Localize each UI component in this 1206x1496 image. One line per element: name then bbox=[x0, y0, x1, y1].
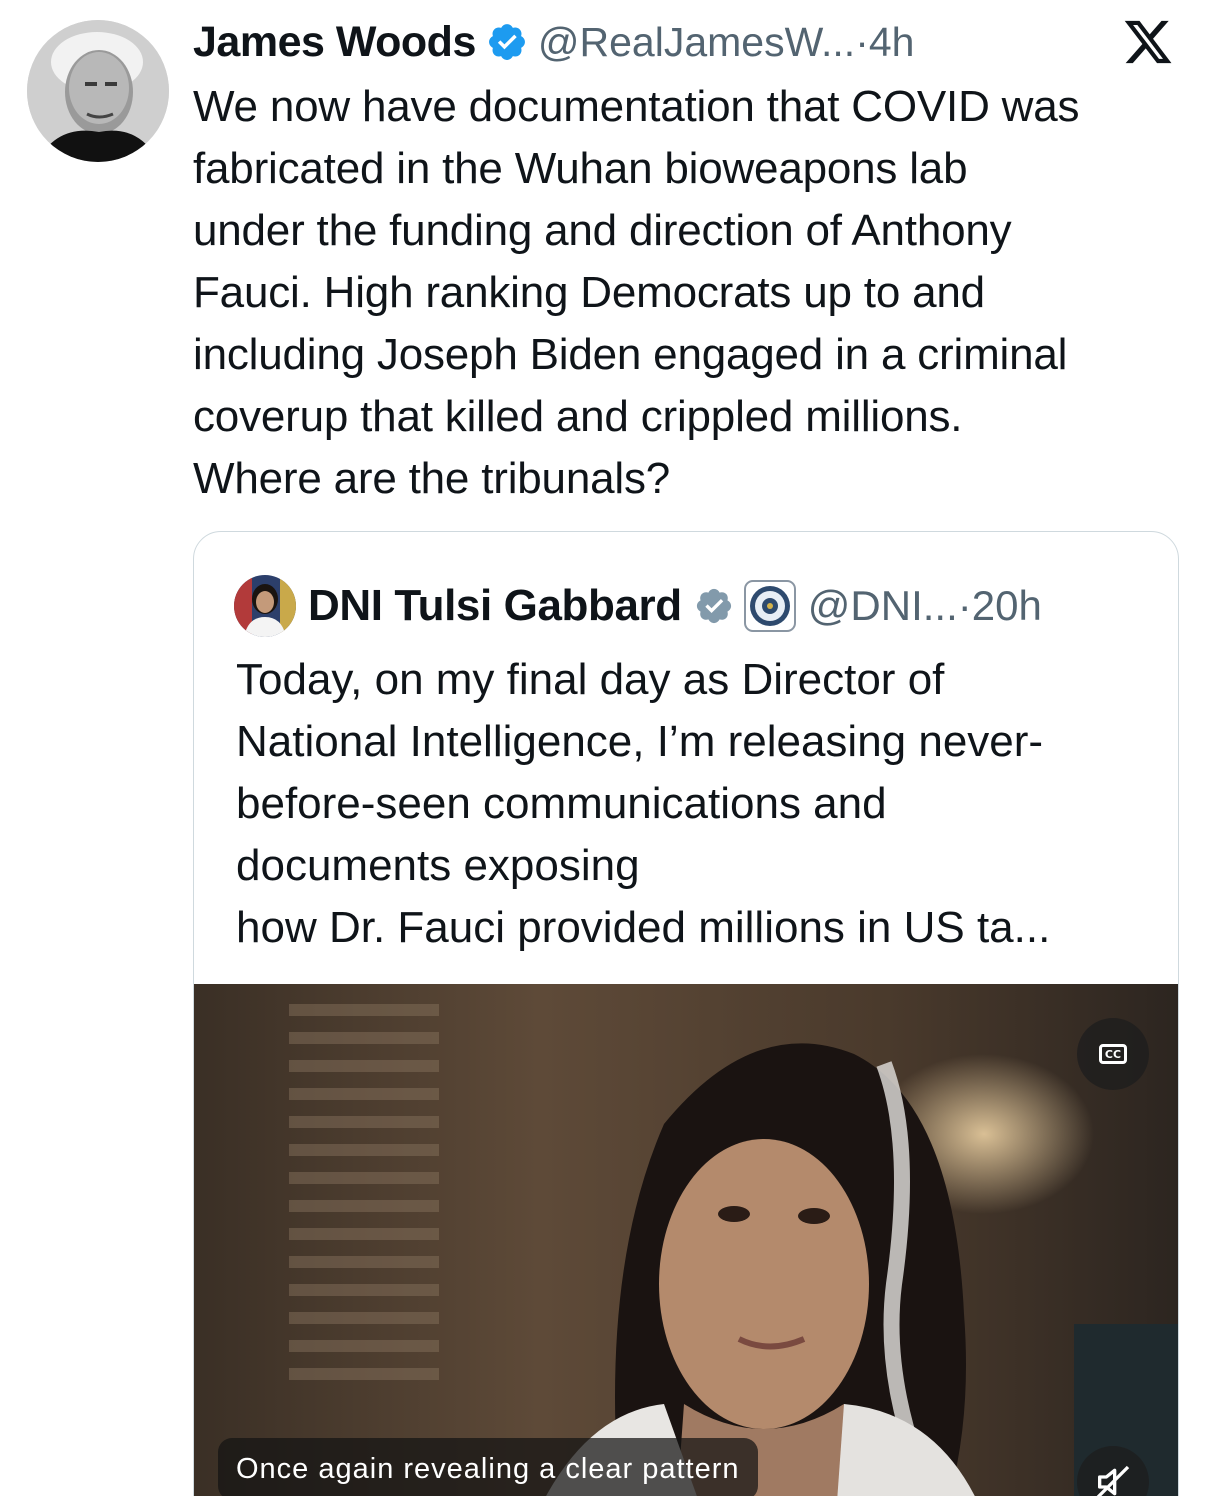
quoted-text-line: Today, on my final day as Director of bbox=[236, 655, 945, 704]
quoted-tweet-time[interactable]: 20h bbox=[972, 582, 1042, 630]
quoted-tweet-text: Today, on my final day as Director of Na… bbox=[236, 649, 1166, 959]
tweet-text-line: coverup that killed and crippled million… bbox=[193, 392, 963, 441]
quoted-text-line: documents exposing bbox=[236, 841, 640, 890]
government-seal-icon bbox=[743, 580, 796, 632]
separator-dot: · bbox=[957, 582, 972, 629]
tweet-text-line: fabricated in the Wuhan bioweapons lab bbox=[193, 144, 968, 193]
quoted-author-avatar[interactable] bbox=[234, 575, 296, 637]
verified-badge-icon bbox=[696, 588, 731, 624]
tweet-time[interactable]: 4h bbox=[869, 19, 915, 66]
tweet-text-line: under the funding and direction of Antho… bbox=[193, 206, 1012, 255]
video-caption: Once again revealing a clear pattern bbox=[218, 1438, 758, 1496]
quoted-author-name[interactable]: DNI Tulsi Gabbard bbox=[308, 581, 682, 631]
tweet-text-line: Fauci. High ranking Democrats up to and bbox=[193, 268, 985, 317]
author-name[interactable]: James Woods bbox=[193, 18, 476, 67]
tweet-text-line: Where are the tribunals? bbox=[193, 454, 671, 503]
quoted-author-handle[interactable]: @DNI... bbox=[808, 582, 958, 630]
video-frame bbox=[194, 984, 1178, 1496]
author-handle[interactable]: @RealJamesW... bbox=[538, 19, 855, 66]
muted-speaker-icon bbox=[1096, 1465, 1130, 1496]
verified-badge-icon bbox=[488, 24, 525, 60]
tweet-text-line: including Joseph Biden engaged in a crim… bbox=[193, 330, 1068, 379]
captions-button[interactable]: CC bbox=[1077, 1018, 1149, 1090]
quoted-text-line: before-seen communications and bbox=[236, 779, 887, 828]
video-player[interactable]: CC Once again revealing a clear pattern bbox=[194, 984, 1178, 1496]
author-avatar[interactable] bbox=[27, 20, 169, 162]
quoted-text-line: how Dr. Fauci provided millions in US ta… bbox=[236, 903, 1051, 952]
quoted-tweet-header: DNI Tulsi Gabbard @DNI... · 20h bbox=[234, 575, 1042, 637]
x-logo-icon bbox=[1124, 20, 1172, 64]
separator-dot: · bbox=[855, 18, 869, 65]
cc-icon: CC bbox=[1099, 1044, 1127, 1064]
tweet-text-line: We now have documentation that COVID was bbox=[193, 82, 1080, 131]
tweet-text: We now have documentation that COVID was… bbox=[193, 76, 1188, 510]
tweet-header: James Woods @RealJamesW... · 4h bbox=[193, 14, 914, 70]
quoted-tweet-card[interactable]: DNI Tulsi Gabbard @DNI... · 20h Today, o… bbox=[193, 531, 1179, 1496]
quoted-text-line: National Intelligence, I’m releasing nev… bbox=[236, 717, 1044, 766]
